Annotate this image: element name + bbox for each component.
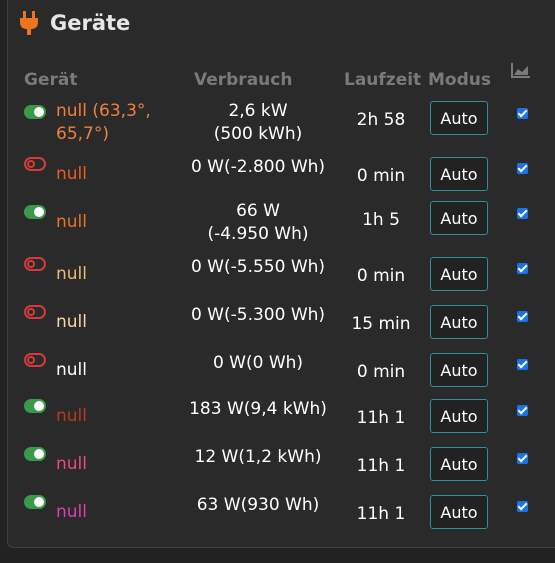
chart-checkbox[interactable] bbox=[517, 359, 528, 370]
toggle-off-icon[interactable] bbox=[24, 257, 46, 271]
device-row: null 66 W (-4.950 Wh) 1h 5 Auto bbox=[8, 198, 555, 246]
device-row: null 63 W(930 Wh) 11h 1 Auto bbox=[8, 488, 555, 536]
panel-title: Geräte bbox=[50, 11, 131, 35]
mode-button[interactable]: Auto bbox=[430, 201, 488, 235]
device-consumption: 66 W (-4.950 Wh) bbox=[207, 201, 309, 244]
chart-checkbox[interactable] bbox=[517, 163, 528, 174]
power-plug-icon bbox=[20, 11, 38, 35]
device-consumption: 63 W(930 Wh) bbox=[196, 495, 320, 515]
chart-checkbox[interactable] bbox=[517, 453, 528, 464]
toggle-on-icon[interactable] bbox=[24, 399, 46, 413]
toggle-on-icon[interactable] bbox=[24, 495, 46, 509]
toggle-on-icon[interactable] bbox=[24, 447, 46, 461]
device-name: null (63,3°, 65,7°) bbox=[56, 101, 151, 144]
device-runtime: 1h 5 bbox=[362, 210, 400, 230]
mode-button[interactable]: Auto bbox=[430, 353, 488, 387]
device-row: null 0 W(-5.300 Wh) 15 min Auto bbox=[8, 298, 555, 346]
toggle-on-icon[interactable] bbox=[24, 205, 46, 219]
device-runtime: 11h 1 bbox=[356, 504, 406, 524]
chart-checkbox[interactable] bbox=[517, 263, 528, 274]
device-name: null bbox=[56, 264, 87, 284]
device-runtime: 2h 58 bbox=[356, 110, 406, 130]
device-runtime: 0 min bbox=[356, 266, 406, 286]
device-consumption: 0 W(-5.550 Wh) bbox=[190, 257, 326, 277]
chart-checkbox[interactable] bbox=[517, 501, 528, 512]
device-consumption: 12 W(1,2 kWh) bbox=[194, 447, 322, 467]
device-name: null bbox=[56, 406, 87, 426]
device-name: null bbox=[56, 212, 87, 232]
device-row: null 0 W(-5.550 Wh) 0 min Auto bbox=[8, 250, 555, 298]
device-runtime: 0 min bbox=[356, 362, 406, 382]
device-consumption: 183 W(9,4 kWh) bbox=[189, 399, 327, 419]
device-row: null 0 W(-2.800 Wh) 0 min Auto bbox=[8, 150, 555, 198]
device-name: null bbox=[56, 360, 87, 380]
device-row: null (63,3°, 65,7°) 2,6 kW (500 kWh) 2h … bbox=[8, 98, 555, 146]
chart-checkbox[interactable] bbox=[517, 405, 528, 416]
mode-button[interactable]: Auto bbox=[430, 447, 488, 481]
device-name: null bbox=[56, 312, 87, 332]
device-row: null 12 W(1,2 kWh) 11h 1 Auto bbox=[8, 440, 555, 488]
device-name: null bbox=[56, 502, 87, 522]
toggle-on-icon[interactable] bbox=[24, 105, 46, 119]
device-runtime: 0 min bbox=[356, 166, 406, 186]
mode-button[interactable]: Auto bbox=[430, 305, 488, 339]
column-header-consumption: Verbrauch bbox=[194, 70, 293, 90]
column-header-device: Gerät bbox=[24, 70, 78, 90]
panel-header: Geräte bbox=[18, 8, 130, 38]
mode-button[interactable]: Auto bbox=[430, 399, 488, 433]
device-consumption: 2,6 kW (500 kWh) bbox=[213, 101, 303, 144]
device-runtime: 11h 1 bbox=[356, 456, 406, 476]
chart-checkbox[interactable] bbox=[517, 311, 528, 322]
mode-button[interactable]: Auto bbox=[430, 101, 488, 135]
devices-panel: Geräte Gerät Verbrauch Laufzeit Modus nu… bbox=[7, 0, 555, 548]
mode-button[interactable]: Auto bbox=[430, 495, 488, 529]
chart-checkbox[interactable] bbox=[517, 108, 528, 119]
device-name: null bbox=[56, 454, 87, 474]
chart-checkbox[interactable] bbox=[517, 208, 528, 219]
toggle-off-icon[interactable] bbox=[24, 305, 46, 319]
device-row: null 183 W(9,4 kWh) 11h 1 Auto bbox=[8, 392, 555, 440]
toggle-off-icon[interactable] bbox=[24, 353, 46, 367]
device-consumption: 0 W(0 Wh) bbox=[212, 353, 304, 373]
device-consumption: 0 W(-5.300 Wh) bbox=[190, 305, 326, 325]
device-row: null 0 W(0 Wh) 0 min Auto bbox=[8, 346, 555, 394]
toggle-off-icon[interactable] bbox=[24, 157, 46, 171]
device-runtime: 11h 1 bbox=[356, 408, 406, 428]
mode-button[interactable]: Auto bbox=[430, 257, 488, 291]
column-header-runtime: Laufzeit bbox=[344, 70, 422, 90]
area-chart-icon bbox=[511, 63, 530, 78]
mode-button[interactable]: Auto bbox=[430, 157, 488, 191]
device-runtime: 15 min bbox=[351, 314, 411, 334]
device-name: null bbox=[56, 164, 87, 184]
device-consumption: 0 W(-2.800 Wh) bbox=[190, 157, 326, 177]
column-header-mode: Modus bbox=[428, 70, 491, 90]
